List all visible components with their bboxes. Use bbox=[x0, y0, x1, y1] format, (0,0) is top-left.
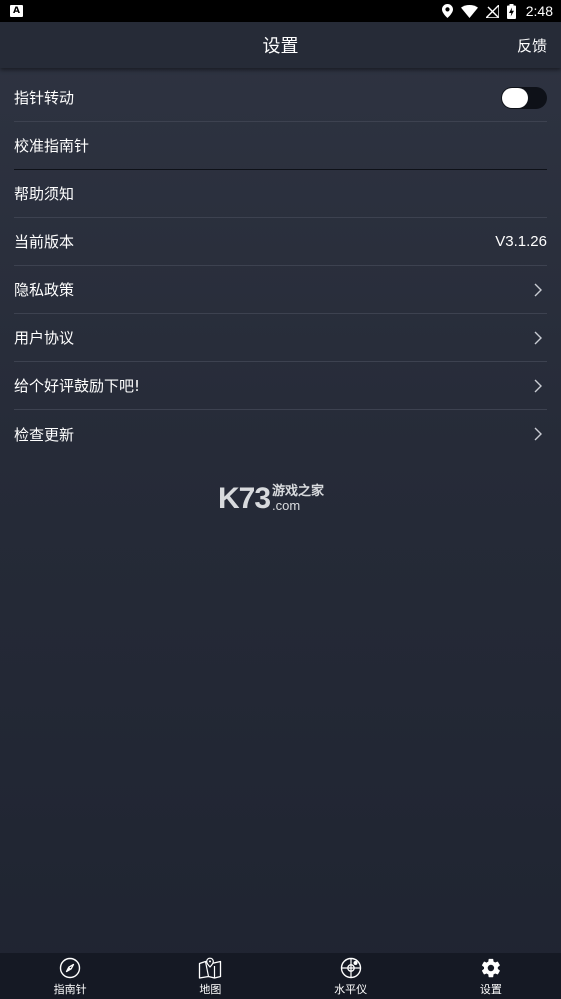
chevron-right-icon bbox=[534, 283, 542, 296]
setting-row-privacy-policy[interactable]: 隐私政策 bbox=[14, 266, 547, 314]
tab-label: 水平仪 bbox=[334, 983, 368, 996]
status-bar: A 2:48 bbox=[0, 0, 561, 22]
location-icon bbox=[441, 4, 453, 18]
setting-label: 指针转动 bbox=[14, 89, 75, 107]
notification-icon: A bbox=[10, 5, 23, 17]
setting-row-user-agreement[interactable]: 用户协议 bbox=[14, 314, 547, 362]
settings-list: 指针转动 校准指南针 帮助须知 当前版本 V3.1.26 隐私政策 用户协议 给… bbox=[14, 74, 547, 458]
setting-row-calibrate-compass[interactable]: 校准指南针 bbox=[14, 122, 547, 170]
setting-row-check-update[interactable]: 检查更新 bbox=[14, 410, 547, 458]
setting-label: 帮助须知 bbox=[14, 185, 75, 203]
status-time: 2:48 bbox=[525, 3, 553, 19]
watermark-domain: .com bbox=[272, 498, 301, 513]
feedback-button[interactable]: 反馈 bbox=[517, 35, 547, 56]
level-icon bbox=[340, 957, 361, 979]
tab-map[interactable]: 地图 bbox=[140, 953, 280, 999]
page-title: 设置 bbox=[262, 36, 299, 57]
setting-row-pointer-rotation[interactable]: 指针转动 bbox=[14, 74, 547, 122]
tab-settings[interactable]: 设置 bbox=[421, 953, 561, 999]
chevron-right-icon bbox=[534, 331, 542, 344]
battery-charging-icon bbox=[506, 3, 516, 19]
pointer-rotation-toggle[interactable] bbox=[501, 86, 547, 109]
watermark-brand: K73 bbox=[218, 482, 271, 515]
toggle-knob bbox=[502, 87, 528, 108]
tab-label: 指南针 bbox=[53, 983, 87, 996]
gear-icon bbox=[481, 958, 500, 978]
compass-icon bbox=[59, 957, 81, 979]
chevron-right-icon bbox=[534, 427, 542, 441]
setting-label: 给个好评鼓励下吧! bbox=[14, 377, 141, 395]
tab-level[interactable]: 水平仪 bbox=[281, 953, 421, 999]
no-signal-icon bbox=[485, 4, 499, 18]
map-icon bbox=[199, 957, 222, 979]
setting-row-rate-app[interactable]: 给个好评鼓励下吧! bbox=[14, 362, 547, 410]
setting-label: 检查更新 bbox=[14, 425, 75, 444]
setting-label: 隐私政策 bbox=[14, 281, 75, 299]
app-header: 设置 反馈 bbox=[0, 22, 561, 68]
tab-compass[interactable]: 指南针 bbox=[0, 953, 140, 999]
chevron-right-icon bbox=[534, 379, 542, 392]
watermark-cn-text: 游戏之家 bbox=[272, 484, 325, 500]
tab-label: 地图 bbox=[199, 983, 222, 996]
setting-row-help[interactable]: 帮助须知 bbox=[14, 170, 547, 218]
version-value: V3.1.26 bbox=[495, 233, 547, 250]
bottom-tab-bar: 指南针 地图 水平仪 设置 bbox=[0, 953, 561, 999]
setting-label: 用户协议 bbox=[14, 329, 75, 347]
setting-label: 校准指南针 bbox=[14, 137, 90, 155]
tab-label: 设置 bbox=[479, 983, 502, 996]
wifi-icon bbox=[460, 4, 478, 18]
watermark-logo: K73 游戏之家 .com bbox=[218, 482, 348, 516]
status-icons: 2:48 bbox=[441, 3, 553, 19]
setting-row-version: 当前版本 V3.1.26 bbox=[14, 218, 547, 266]
setting-label: 当前版本 bbox=[14, 233, 75, 251]
